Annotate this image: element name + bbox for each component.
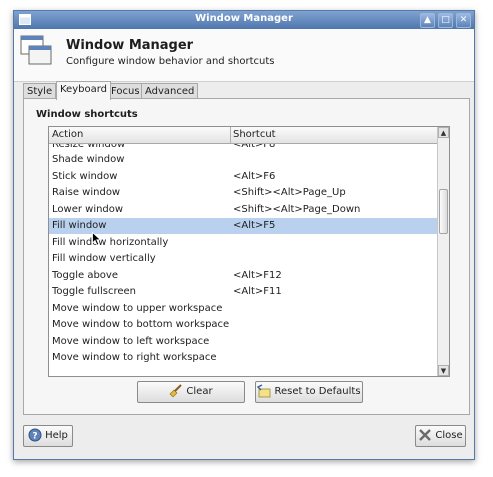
titlebar[interactable]: Window Manager ▲ □ ✕ [14,11,474,29]
tab-focus[interactable]: Focus [107,83,144,99]
dialog-header: Window Manager Configure window behavior… [14,29,474,82]
section-label: Window shortcuts [36,109,138,120]
scrollbar-thumb[interactable] [439,189,448,234]
column-header-action[interactable]: Action [52,129,83,140]
mouse-pointer-icon [92,232,102,246]
table-row[interactable]: Move window to right workspace [49,350,437,366]
reset-to-defaults-button[interactable]: Reset to Defaults [255,381,363,403]
window-manager-dialog: Window Manager ▲ □ ✕ Window Manager Conf… [13,10,475,460]
svg-text:?: ? [32,432,37,442]
help-button[interactable]: ? Help [23,425,73,447]
broom-icon [169,384,183,398]
tab-style[interactable]: Style [23,83,57,99]
table-row[interactable]: Stick window <Alt>F6 [49,169,437,185]
help-icon: ? [28,428,42,442]
close-icon [419,429,432,441]
header-subtitle: Configure window behavior and shortcuts [66,56,275,67]
table-row-selected[interactable]: Fill window <Alt>F5 [49,218,437,234]
scroll-down-arrow-icon[interactable]: ▼ [438,365,449,376]
table-row[interactable]: Toggle fullscreen <Alt>F11 [49,284,437,300]
close-window-button[interactable]: ✕ [456,13,471,28]
vertical-scrollbar[interactable]: ▲ ▼ [437,127,449,376]
column-header-shortcut[interactable]: Shortcut [233,129,276,140]
table-row[interactable]: Fill window horizontally [49,235,437,251]
clear-button[interactable]: Clear [137,381,245,403]
close-button[interactable]: Close [415,425,466,447]
table-row[interactable]: Move window to upper workspace [49,301,437,317]
column-separator [230,127,231,143]
window-manager-icon [20,35,52,65]
header-title: Window Manager [66,38,194,53]
table-row[interactable]: Raise window <Shift><Alt>Page_Up [49,185,437,201]
shortcuts-list[interactable]: Action Shortcut Resize window <Alt>F8 Sha… [48,126,450,377]
keyboard-panel: Window shortcuts Action Shortcut Resize … [23,98,470,415]
table-row[interactable]: Fill window vertically [49,251,437,267]
table-row[interactable]: Lower window <Shift><Alt>Page_Down [49,202,437,218]
shade-button[interactable]: ▲ [420,13,435,28]
undo-icon [257,384,271,398]
table-row[interactable]: Move window to left workspace [49,334,437,350]
table-row[interactable]: Shade window [49,152,437,168]
table-row[interactable]: Toggle above <Alt>F12 [49,268,437,284]
maximize-button[interactable]: □ [438,13,453,28]
tab-advanced[interactable]: Advanced [141,83,199,99]
tab-keyboard[interactable]: Keyboard [56,81,112,100]
table-header: Action Shortcut [49,127,437,144]
scroll-up-arrow-icon[interactable]: ▲ [438,127,449,138]
table-rows: Resize window <Alt>F8 Shade window Stick … [49,144,437,376]
window-title: Window Manager [195,13,293,24]
table-row[interactable]: Move window to bottom workspace [49,317,437,333]
